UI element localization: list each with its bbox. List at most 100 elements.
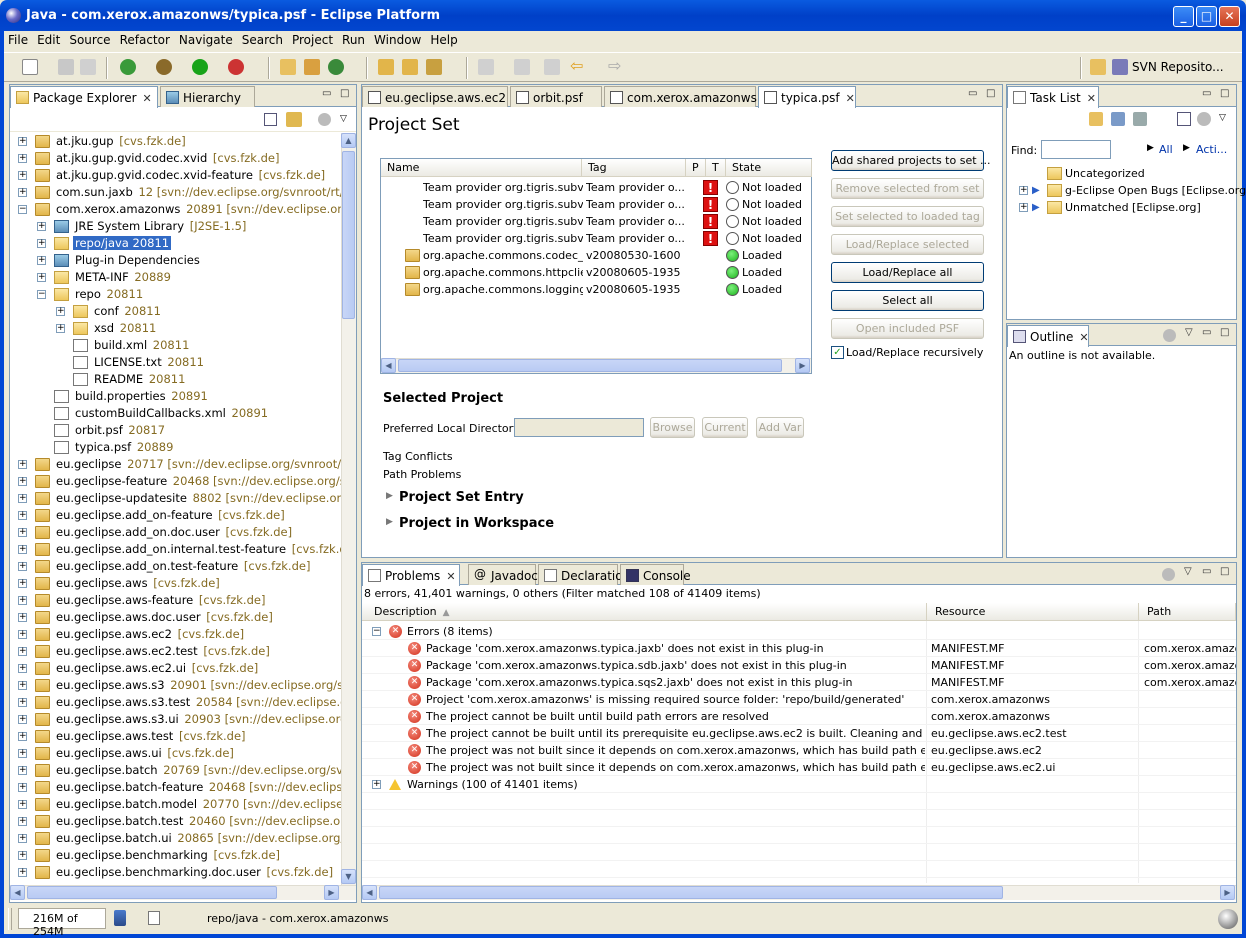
print-icon[interactable]	[80, 59, 96, 75]
expand-icon[interactable]: +	[18, 834, 27, 843]
expand-icon[interactable]: +	[18, 154, 27, 163]
expand-icon[interactable]: +	[18, 817, 27, 826]
scroll-down-icon[interactable]: ▼	[341, 869, 356, 884]
find-input[interactable]	[1041, 140, 1111, 159]
expand-icon[interactable]: +	[18, 171, 27, 180]
all-link[interactable]: All	[1159, 143, 1173, 156]
maximize-view-icon[interactable]: □	[986, 88, 995, 99]
menu-window[interactable]: Window	[370, 31, 426, 47]
expand-icon[interactable]: +	[18, 783, 27, 792]
column-state[interactable]: State	[726, 159, 812, 177]
problems-table[interactable]: − ✕ Errors (8 items) ✕ Package 'com.xerox.am…	[362, 623, 1236, 883]
close-icon[interactable]: ✕	[446, 570, 455, 583]
tab-package-explorer[interactable]: Package Explorer ✕	[10, 86, 158, 108]
close-button[interactable]: ✕	[1219, 6, 1240, 27]
task-category[interactable]: + ▶ Unmatched [Eclipse.org]	[1007, 199, 1236, 216]
link-editor-icon[interactable]	[286, 112, 302, 127]
coverage-icon[interactable]	[228, 59, 244, 75]
tab-outline[interactable]: Outline ✕	[1007, 325, 1089, 347]
fast-view-icon[interactable]	[148, 911, 160, 925]
load-replace-selected-button[interactable]: Load/Replace selected	[831, 234, 984, 255]
expand-icon[interactable]: +	[18, 579, 27, 588]
progress-icon[interactable]	[1218, 909, 1238, 929]
menu-help[interactable]: Help	[426, 31, 462, 47]
vertical-scrollbar[interactable]: ▲ ▼	[341, 133, 356, 886]
expand-icon[interactable]: +	[1019, 203, 1028, 212]
expand-icon[interactable]: +	[18, 664, 27, 673]
expand-icon[interactable]: +	[56, 324, 65, 333]
project-row[interactable]: org.apache.commons.logging_1.v20080605-1…	[381, 281, 811, 298]
project-in-workspace-section[interactable]: Project in Workspace	[399, 516, 554, 531]
expand-icon[interactable]: +	[372, 780, 381, 789]
project-set-entry-section[interactable]: Project Set Entry	[399, 490, 524, 505]
load-replace-all-button[interactable]: Load/Replace all	[831, 262, 984, 283]
set-loaded-tag-button[interactable]: Set selected to loaded tag	[831, 206, 984, 227]
last-edit-icon[interactable]	[544, 59, 560, 75]
focus-icon[interactable]	[318, 113, 331, 126]
project-row[interactable]: org.apache.commons.codec_1.3v20080530-16…	[381, 247, 811, 264]
focus-icon[interactable]	[1163, 329, 1176, 342]
title-bar[interactable]: Java - com.xerox.amazonws/typica.psf - E…	[0, 0, 1246, 31]
expand-icon[interactable]: +	[18, 613, 27, 622]
horizontal-scrollbar[interactable]: ◀ ▶	[381, 358, 811, 373]
chevron-right-icon[interactable]: ▶	[386, 517, 393, 527]
tab-problems[interactable]: Problems ✕	[362, 564, 460, 586]
scroll-thumb[interactable]	[27, 886, 277, 899]
expand-icon[interactable]: +	[18, 647, 27, 656]
minimize-view-icon[interactable]: ▭	[1202, 88, 1211, 99]
project-row[interactable]: org.apache.commons.httpclient_v20080605-…	[381, 264, 811, 281]
tab-hierarchy[interactable]: Hierarchy	[160, 86, 255, 107]
activate-link[interactable]: Acti...	[1196, 143, 1227, 156]
tab-typica-psf[interactable]: typica.psf ✕	[758, 86, 856, 108]
next-annotation-icon[interactable]	[514, 59, 530, 75]
scroll-right-icon[interactable]: ▶	[324, 885, 339, 900]
problem-row[interactable]: ✕ The project cannot be built until build…	[362, 708, 1236, 725]
expand-icon[interactable]: +	[37, 273, 46, 282]
expand-icon[interactable]: +	[18, 868, 27, 877]
column-name[interactable]: Name	[381, 159, 582, 177]
project-rows[interactable]: Team provider org.tigris.subversTeam pro…	[381, 177, 811, 357]
menu-file[interactable]: File	[4, 31, 33, 47]
expand-icon[interactable]: +	[18, 698, 27, 707]
open-folder-icon[interactable]	[402, 59, 418, 75]
close-icon[interactable]: ✕	[846, 92, 855, 105]
scroll-right-icon[interactable]: ▶	[795, 358, 810, 373]
current-button[interactable]: Current	[702, 417, 748, 438]
run-icon[interactable]	[192, 59, 208, 75]
problem-row[interactable]: ✕ Project 'com.xerox.amazonws' is missing…	[362, 691, 1236, 708]
task-category[interactable]: Uncategorized	[1007, 165, 1236, 182]
column-path[interactable]: Path	[1139, 603, 1236, 621]
minimize-button[interactable]: _	[1173, 6, 1194, 27]
tab-declaration[interactable]: Declaration	[538, 564, 630, 585]
forward-icon[interactable]: ⇨	[608, 58, 624, 75]
view-menu-icon[interactable]: ▽	[1219, 113, 1226, 123]
expand-icon[interactable]: +	[18, 494, 27, 503]
menu-navigate[interactable]: Navigate	[175, 31, 238, 47]
view-menu-icon[interactable]: ▽	[340, 114, 347, 124]
trash-icon[interactable]	[114, 910, 126, 926]
close-icon[interactable]: ✕	[143, 92, 152, 105]
expand-icon[interactable]: +	[37, 222, 46, 231]
minimize-view-icon[interactable]: ▭	[1202, 327, 1211, 338]
collapse-icon[interactable]: −	[18, 205, 27, 214]
project-row[interactable]: Team provider org.tigris.subversTeam pro…	[381, 213, 811, 230]
back-icon[interactable]: ⇦	[570, 58, 586, 75]
maximize-view-icon[interactable]: □	[340, 88, 349, 99]
scroll-left-icon[interactable]: ◀	[10, 885, 25, 900]
menu-source[interactable]: Source	[65, 31, 115, 47]
add-shared-projects-button[interactable]: Add shared projects to set ...	[831, 150, 991, 171]
new-class-icon[interactable]	[328, 59, 344, 75]
collapse-icon[interactable]: −	[372, 627, 381, 636]
close-icon[interactable]: ✕	[1079, 331, 1088, 344]
problem-row[interactable]: ✕ The project was not built since it depe…	[362, 759, 1236, 776]
column-tag[interactable]: Tag	[582, 159, 686, 177]
menu-run[interactable]: Run	[338, 31, 370, 47]
save-icon[interactable]	[58, 59, 74, 75]
problem-row[interactable]: ✕ Package 'com.xerox.amazonws.typica.sqs2…	[362, 674, 1236, 691]
sync-icon[interactable]	[1111, 112, 1125, 126]
task-category[interactable]: + ▶ g-Eclipse Open Bugs [Eclipse.org]	[1007, 182, 1246, 199]
problem-row[interactable]: ✕ The project was not built since it depe…	[362, 742, 1236, 759]
tab-eu-geclipse-aws-ec2[interactable]: eu.geclipse.aws.ec2	[362, 86, 508, 107]
scroll-thumb[interactable]	[342, 151, 355, 319]
horizontal-scrollbar[interactable]: ◀ ▶	[10, 885, 356, 900]
